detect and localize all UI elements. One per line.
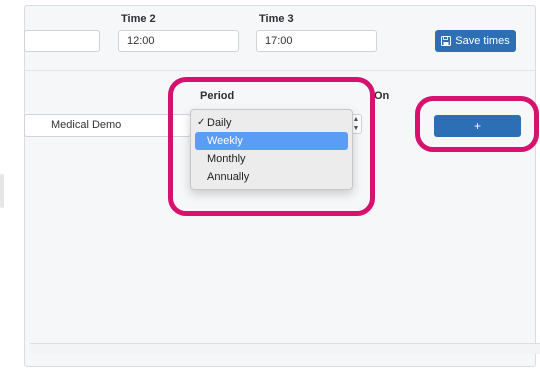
- checkmark-icon: ✓: [197, 117, 206, 128]
- period-option-annually[interactable]: Annually: [195, 168, 348, 186]
- period-option-label: Daily: [207, 117, 232, 129]
- time3-field[interactable]: 17:00: [256, 30, 377, 52]
- bottom-scroll-area: [30, 343, 540, 354]
- period-dropdown-menu[interactable]: ✓ Daily Weekly Monthly Annually: [190, 109, 353, 190]
- time2-field[interactable]: 12:00: [118, 30, 239, 52]
- time3-label: Time 3: [259, 13, 294, 25]
- period-option-label: Weekly: [207, 135, 243, 147]
- add-button-highlight-annotation: [415, 96, 539, 152]
- time2-label: Time 2: [121, 13, 156, 25]
- save-times-label: Save times: [455, 35, 510, 47]
- left-edge-marker: [0, 174, 4, 208]
- on-column-header: On: [374, 90, 390, 102]
- period-option-daily[interactable]: ✓ Daily: [195, 114, 348, 132]
- period-option-label: Monthly: [207, 153, 246, 165]
- save-times-button[interactable]: Save times: [435, 30, 516, 52]
- app-window: Time 2 Time 3 12:00 17:00 Save times Per…: [0, 0, 540, 369]
- period-option-label: Annually: [207, 171, 250, 183]
- period-option-weekly[interactable]: Weekly: [195, 132, 348, 150]
- section-divider: [25, 70, 535, 71]
- time1-field[interactable]: [24, 30, 100, 52]
- row-name-field[interactable]: Medical Demo: [24, 114, 191, 137]
- period-option-monthly[interactable]: Monthly: [195, 150, 348, 168]
- floppy-disk-icon: [441, 36, 452, 46]
